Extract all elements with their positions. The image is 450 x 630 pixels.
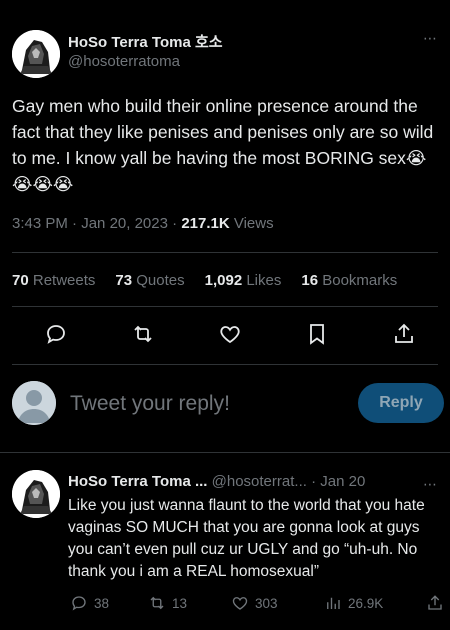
bookmarks-stat[interactable]: 16 Bookmarks	[301, 272, 397, 289]
reply-input[interactable]	[70, 388, 340, 420]
divider	[12, 306, 438, 307]
reply-share-button[interactable]	[426, 594, 444, 612]
reply-display-name[interactable]: HoSo Terra Toma ...	[68, 473, 207, 490]
like-icon	[232, 597, 248, 610]
views-count: 26.9K	[348, 595, 384, 611]
retweet-icon	[150, 596, 164, 610]
share-icon[interactable]	[392, 322, 416, 346]
display-name[interactable]: HoSo Terra Toma 호소	[68, 31, 223, 52]
tweet-actions	[0, 322, 450, 354]
reply-like-button[interactable]: 303	[231, 594, 278, 612]
more-options-icon[interactable]: ⋯	[423, 30, 438, 47]
reply-retweet-button[interactable]: 13	[148, 594, 187, 612]
reply-handle[interactable]: @hosoterrat...	[212, 473, 307, 490]
like-count: 303	[255, 595, 278, 611]
reply-header: HoSo Terra Toma ... @hosoterrat... · Jan…	[68, 473, 365, 490]
tweet-date[interactable]: Jan 20, 2023	[81, 215, 168, 232]
likes-count: 1,092	[204, 272, 243, 289]
avatar[interactable]	[12, 30, 60, 78]
divider	[0, 452, 450, 453]
more-options-icon[interactable]: ⋯	[423, 476, 438, 493]
likes-stat[interactable]: 1,092 Likes	[205, 272, 282, 289]
tweet-time[interactable]: 3:43 PM	[12, 215, 68, 232]
views-icon	[327, 597, 340, 609]
reply-icon[interactable]	[44, 322, 68, 346]
bookmarks-count: 16	[301, 272, 319, 289]
meta-separator: ·	[311, 473, 321, 490]
reply-text: Like you just wanna flaunt to the world …	[68, 497, 425, 580]
retweets-count: 70	[12, 272, 29, 289]
share-icon	[428, 595, 442, 610]
divider	[12, 364, 438, 365]
views-label: Views	[233, 215, 274, 232]
likes-label: Likes	[246, 272, 282, 289]
tweet-text: Gay men who build their online presence …	[12, 96, 434, 194]
like-icon[interactable]	[218, 322, 242, 346]
quotes-count: 73	[115, 272, 133, 289]
avatar[interactable]	[12, 470, 60, 518]
meta-separator: ·	[72, 215, 82, 232]
user-handle[interactable]: @hosoterratoma	[68, 53, 180, 70]
retweets-stat[interactable]: 70 Retweets	[12, 272, 95, 289]
views-count: 217.1K	[181, 215, 230, 232]
reply-actions: 38 13 303 26.9K	[0, 594, 450, 616]
reply-button[interactable]: Reply	[358, 383, 444, 423]
retweets-label: Retweets	[32, 272, 96, 289]
retweet-count: 13	[172, 595, 188, 611]
bookmark-icon[interactable]	[305, 322, 329, 346]
divider	[12, 252, 438, 253]
reply-reply-button[interactable]: 38	[70, 594, 109, 612]
tweet-meta: 3:43 PM · Jan 20, 2023 · 217.1K Views	[12, 215, 274, 232]
composer-avatar[interactable]	[12, 381, 56, 425]
quotes-label: Quotes	[136, 272, 185, 289]
reply-count: 38	[94, 595, 110, 611]
retweet-icon[interactable]	[131, 322, 155, 346]
meta-separator: ·	[172, 215, 182, 232]
reply-date[interactable]: Jan 20	[320, 473, 365, 490]
bookmarks-label: Bookmarks	[322, 272, 398, 289]
reply-views-button[interactable]: 26.9K	[324, 594, 383, 612]
reply-icon	[72, 596, 86, 611]
quotes-stat[interactable]: 73 Quotes	[115, 272, 184, 289]
tweet-stats: 70 Retweets 73 Quotes 1,092 Likes 16 Boo…	[12, 272, 397, 289]
